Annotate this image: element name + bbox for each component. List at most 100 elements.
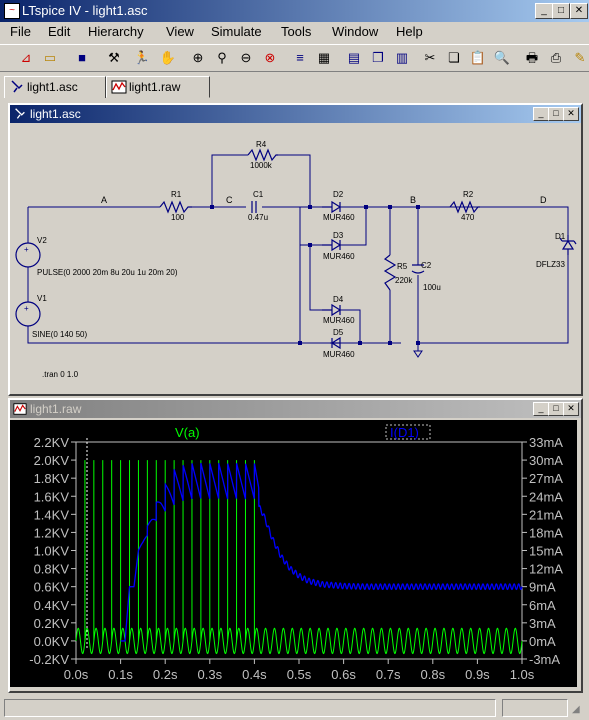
menu-file[interactable]: File <box>10 24 31 39</box>
save-icon[interactable]: ■ <box>72 48 92 68</box>
y-tick-label: 1.0KV <box>34 544 70 559</box>
y2-tick-label: 6mA <box>529 598 556 613</box>
waveform-maximize-button[interactable]: □ <box>548 402 564 416</box>
x-tick-label: 0.1s <box>108 667 133 682</box>
menu-tools[interactable]: Tools <box>281 24 311 39</box>
copy-icon[interactable]: ❏ <box>444 48 464 68</box>
waveform-icon <box>111 80 127 94</box>
y-tick-label: 1.4KV <box>34 507 70 522</box>
d2-name: D2 <box>333 190 344 199</box>
menu-hierarchy[interactable]: Hierarchy <box>88 24 144 39</box>
grid-icon[interactable]: ▦ <box>314 48 334 68</box>
print-icon[interactable]: ⎙ <box>546 48 566 68</box>
d5-name: D5 <box>333 328 344 337</box>
minimize-button[interactable]: _ <box>535 3 553 19</box>
zoom-out-icon[interactable]: ⊖ <box>236 48 256 68</box>
trace-v-a-label[interactable]: V(a) <box>175 425 200 440</box>
menu-window[interactable]: Window <box>332 24 378 39</box>
x-tick-label: 0.4s <box>242 667 267 682</box>
c1-value: 0.47u <box>248 213 268 222</box>
cut-icon[interactable]: ✂ <box>420 48 440 68</box>
tab-light1-raw[interactable]: light1.raw <box>106 76 210 98</box>
y-tick-label: 0.0KV <box>34 634 70 649</box>
waveform-plot[interactable]: -0.2KV 0.0KV 0.2KV 0.4KV 0.6KV 0.8KV 1.0KV 1.2K… <box>10 420 577 687</box>
zoom-pan-icon[interactable]: ⚲ <box>212 48 232 68</box>
schematic-minimize-button[interactable]: _ <box>533 107 549 121</box>
y-tick-label: 2.2KV <box>34 435 70 450</box>
menu-simulate[interactable]: Simulate <box>211 24 262 39</box>
open-icon[interactable]: ▭ <box>40 48 60 68</box>
tab-label: light1.raw <box>129 80 181 94</box>
paste-icon[interactable]: 📋 <box>468 48 488 68</box>
menu-edit[interactable]: Edit <box>48 24 70 39</box>
schematic-components <box>15 148 577 350</box>
menu-view[interactable]: View <box>166 24 194 39</box>
y-tick-label: 0.4KV <box>34 598 70 613</box>
x-tick-label: 0.9s <box>465 667 490 682</box>
status-info-pane <box>502 699 568 717</box>
cascade-icon[interactable]: ❐ <box>368 48 388 68</box>
schematic-icon <box>15 108 25 119</box>
tile-vertical-icon[interactable]: ▥ <box>392 48 412 68</box>
svg-text:+: + <box>24 245 29 254</box>
zoom-in-icon[interactable]: ⊕ <box>188 48 208 68</box>
maximize-button[interactable]: □ <box>552 3 570 19</box>
v1-name: V1 <box>37 294 47 303</box>
pencil-icon[interactable]: ✎ <box>570 48 589 68</box>
y-tick-label: 0.2KV <box>34 616 70 631</box>
menu-help[interactable]: Help <box>396 24 423 39</box>
trace-i-d1-label[interactable]: I(D1) <box>390 425 419 440</box>
ltspice-app-icon[interactable]: ~ <box>4 3 20 19</box>
tab-light1-asc[interactable]: light1.asc <box>4 76 106 98</box>
waveform-title-bar[interactable]: light1.raw _ □ ✕ <box>10 400 581 418</box>
control-panel-icon[interactable]: ⚒ <box>104 48 124 68</box>
waveform-minimize-button[interactable]: _ <box>533 402 549 416</box>
schematic-title-bar[interactable]: light1.asc _ □ ✕ <box>10 105 581 123</box>
node-c-label: C <box>226 195 233 205</box>
schematic-close-button[interactable]: ✕ <box>563 107 579 121</box>
node-b-label: B <box>410 195 416 205</box>
d3-value: MUR460 <box>323 252 355 261</box>
y-tick-label: 1.8KV <box>34 471 70 486</box>
r5-name: R5 <box>397 262 408 271</box>
resize-grip-icon[interactable]: ◢ <box>572 704 584 716</box>
d2-value: MUR460 <box>323 213 355 222</box>
close-button[interactable]: ✕ <box>570 3 588 19</box>
schematic-maximize-button[interactable]: □ <box>548 107 564 121</box>
y-tick-label: 2.0KV <box>34 453 70 468</box>
run-icon[interactable]: 🏃 <box>132 48 152 68</box>
new-schematic-icon[interactable]: ⊿ <box>16 48 36 68</box>
r4-value: 1000k <box>250 161 273 170</box>
tile-horizontal-icon[interactable]: ▤ <box>344 48 364 68</box>
menu-bar: File Edit Hierarchy View Simulate Tools … <box>0 22 589 42</box>
waveform-icon <box>13 403 27 415</box>
waveform-window[interactable]: light1.raw _ □ ✕ -0.2KV 0.0KV 0.2KV 0.4KV 0.… <box>8 398 583 693</box>
spice-directive[interactable]: .tran 0 1.0 <box>42 370 79 379</box>
c2-name: C2 <box>421 261 432 270</box>
y-tick-label: 0.6KV <box>34 580 70 595</box>
print-setup-icon[interactable]: 🖶 <box>522 48 542 68</box>
schematic-icon <box>11 80 23 93</box>
r4-name: R4 <box>256 140 267 149</box>
autorange-icon[interactable]: ≡ <box>290 48 310 68</box>
schematic-title: light1.asc <box>30 107 81 121</box>
x-tick-label: 0.6s <box>331 667 356 682</box>
y-tick-label: -0.2KV <box>29 652 69 667</box>
x-tick-label: 0.2s <box>153 667 178 682</box>
y2-tick-label: 24mA <box>529 489 563 504</box>
schematic-canvas[interactable]: + + A C B D R4 1000k R1 100 C1 0.47u D2 … <box>10 125 577 390</box>
status-text-pane <box>4 699 496 717</box>
r1-value: 100 <box>171 213 185 222</box>
svg-text:+: + <box>24 304 29 313</box>
x-tick-label: 0.5s <box>287 667 312 682</box>
y-tick-label: 1.6KV <box>34 489 70 504</box>
y2-tick-label: 15mA <box>529 544 563 559</box>
app-title-bar[interactable]: ~ LTspice IV - light1.asc _ □ ✕ <box>0 0 589 22</box>
zoom-full-icon[interactable]: ⊗ <box>260 48 280 68</box>
find-icon[interactable]: 🔍 <box>492 48 512 68</box>
waveform-close-button[interactable]: ✕ <box>563 402 579 416</box>
r5-value: 220k <box>395 276 413 285</box>
halt-icon[interactable]: ✋ <box>158 48 178 68</box>
schematic-window[interactable]: light1.asc _ □ ✕ + + A C B D R4 1000k R1… <box>8 103 583 396</box>
r1-name: R1 <box>171 190 182 199</box>
